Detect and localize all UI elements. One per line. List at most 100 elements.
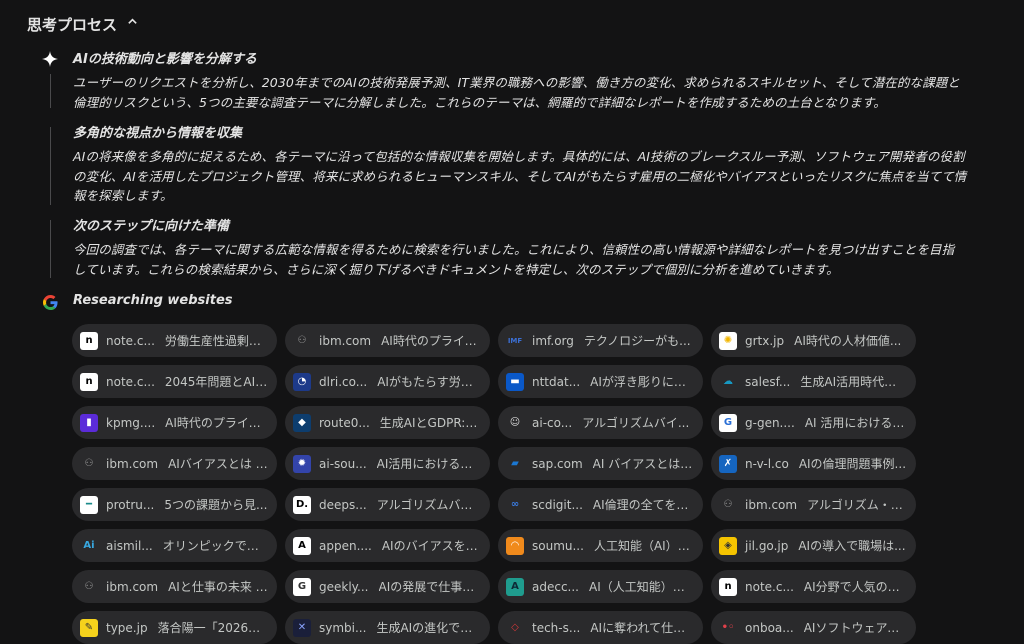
source-title: 落合陽一「2026年... (157, 621, 268, 635)
source-domain: protru... (106, 497, 155, 512)
source-domain: ibm.com (106, 579, 159, 594)
source-domain: adecc... (532, 579, 579, 594)
source-chip[interactable]: ▬ nttdat... AIが浮き彫りにし... (498, 365, 703, 398)
source-title: AI分野で人気の新... (803, 580, 907, 594)
source-chip[interactable]: ▮ kpmg.... AI時代のプライバ... (72, 406, 277, 439)
source-chip[interactable]: •◦ onboa... AIソフトウェアと... (711, 611, 916, 644)
source-domain: deeps... (319, 497, 367, 512)
source-domain: sap.com (532, 456, 583, 471)
source-title: AIバイアスとは - I... (168, 457, 268, 471)
jil-icon: ◈ (719, 536, 737, 555)
source-domain: route0... (319, 415, 370, 430)
source-title: テクノロジーがも... (583, 334, 691, 348)
timeline-connector (50, 220, 51, 278)
ibm-icon: ⚇ (80, 454, 98, 473)
source-chip[interactable]: Aappen.... AIのバイアスを防... (285, 529, 490, 562)
source-chip[interactable]: ▰ sap.com AI バイアスとは？... (498, 447, 703, 480)
source-chip[interactable]: ⚇ ibm.com AIと仕事の未来 | I... (72, 570, 277, 603)
step-title: AIの技術動向と影響を分解する (73, 52, 257, 67)
source-chip[interactable]: Gg-gen.... AI 活用における倫... (711, 406, 916, 439)
source-domain: type.jp (106, 620, 148, 635)
source-title: アルゴリズムバイ... (582, 416, 690, 430)
google-icon (41, 293, 59, 311)
source-chip[interactable]: ✺ grtx.jp AI時代の人材価値... (711, 324, 916, 357)
ibm-icon: ⚇ (80, 577, 98, 596)
source-title: AIソフトウェアと... (803, 621, 907, 635)
source-domain: symbi... (319, 620, 367, 635)
source-title: 人工知能（AI）の... (593, 539, 694, 553)
source-title: 生成AIの進化でデ... (376, 621, 481, 635)
nttdata-icon: ▬ (506, 372, 524, 391)
thinking-process-title: 思考プロセス (27, 15, 118, 34)
step-title: 多角的な視点から情報を収集 (73, 126, 243, 141)
source-chip[interactable]: Ai aismil... オリンピックで再... (72, 529, 277, 562)
note-icon: n (80, 331, 98, 350)
source-title: AI時代のプライバ... (165, 416, 268, 430)
source-chip[interactable]: ◆ route0... 生成AIとGDPR: デ... (285, 406, 490, 439)
source-title: 5つの課題から見... (164, 498, 268, 512)
scdigital-icon: ∞ (506, 495, 524, 514)
source-chip[interactable]: Ggeekly... AIの発展で仕事が... (285, 570, 490, 603)
source-title: AIがもたらす労働... (377, 375, 481, 389)
source-chip[interactable]: ◠ soumu... 人工知能（AI）の... (498, 529, 703, 562)
source-chip[interactable]: n note.c... AI分野で人気の新... (711, 570, 916, 603)
step-description: AIの将来像を多角的に捉えるため、各テーマに沿って包括的な情報収集を開始します。… (73, 149, 967, 203)
aisou-icon: ✹ (293, 454, 311, 473)
deepsquare-icon: D. (293, 495, 311, 514)
source-chip[interactable]: ◇ tech-s... AIに奪われて仕事... (498, 611, 703, 644)
source-chip[interactable]: ⚇ ibm.com AIバイアスとは - I... (72, 447, 277, 480)
source-chip[interactable]: ⚇ ibm.com アルゴリズム・バ... (711, 488, 916, 521)
source-domain: soumu... (532, 538, 584, 553)
source-chip[interactable]: ✎ type.jp 落合陽一「2026年... (72, 611, 277, 644)
source-domain: nttdat... (532, 374, 581, 389)
source-title: アルゴリズムバイ... (376, 498, 481, 512)
researching-websites-title: Researching websites (73, 293, 233, 308)
source-chip[interactable]: n note.c... 労働生産性過剰重... (72, 324, 277, 357)
techs-icon: ◇ (506, 618, 524, 637)
source-domain: jil.go.jp (745, 538, 789, 553)
imf-icon: IMF (506, 331, 524, 350)
step-collect: 多角的な視点から情報を収集 AIの将来像を多角的に捉えるため、各テーマに沿って包… (73, 124, 1003, 206)
source-title: 2045年問題とAIの... (164, 375, 268, 389)
thinking-process-toggle[interactable]: 思考プロセス (27, 12, 138, 36)
source-title: AIの発展で仕事が... (378, 580, 482, 594)
source-chip[interactable]: ━ protru... 5つの課題から見... (72, 488, 277, 521)
source-chip[interactable]: ☁ salesf... 生成AI活用時代の... (711, 365, 916, 398)
source-title: AIのバイアスを防... (381, 539, 481, 553)
chevron-up-icon (127, 16, 138, 30)
source-title: AIと仕事の未来 | I... (168, 580, 268, 594)
timeline-connector (50, 127, 51, 205)
source-domain: appen.... (319, 538, 372, 553)
grtx-icon: ✺ (719, 331, 737, 350)
source-title: AIに奪われて仕事... (590, 621, 694, 635)
source-domain: onboa... (745, 620, 794, 635)
sparkle-icon (41, 50, 59, 68)
protrude-icon: ━ (80, 495, 98, 514)
step-prepare: 次のステップに向けた準備 今回の調査では、各テーマに関する広範な情報を得るために… (73, 217, 1003, 279)
adecco-icon: A (506, 577, 524, 596)
source-title: AI活用における倫... (376, 457, 481, 471)
source-chip[interactable]: ⚇ ibm.com AI時代のプライバ... (285, 324, 490, 357)
source-title: AIが浮き彫りにし... (590, 375, 694, 389)
source-chip[interactable]: ✗ n-v-l.co AIの倫理問題事例... (711, 447, 916, 480)
source-chip[interactable]: IMF imf.org テクノロジーがも... (498, 324, 703, 357)
source-chip[interactable]: ☺ ai-co... アルゴリズムバイ... (498, 406, 703, 439)
symbi-icon: ✕ (293, 618, 311, 637)
ggen-icon: G (719, 413, 737, 432)
source-chip[interactable]: n note.c... 2045年問題とAIの... (72, 365, 277, 398)
source-chip[interactable]: ∞ scdigit... AI倫理の全てを学... (498, 488, 703, 521)
source-domain: tech-s... (532, 620, 581, 635)
note-icon: n (80, 372, 98, 391)
dlri-icon: ◔ (293, 372, 311, 391)
source-chip[interactable]: D. deeps... アルゴリズムバイ... (285, 488, 490, 521)
source-chip[interactable]: ✕ symbi... 生成AIの進化でデ... (285, 611, 490, 644)
source-chip[interactable]: Aadecc... AI（人工知能）は... (498, 570, 703, 603)
source-domain: ibm.com (745, 497, 798, 512)
source-domain: grtx.jp (745, 333, 785, 348)
source-domain: imf.org (532, 333, 574, 348)
source-chip[interactable]: ◈ jil.go.jp AIの導入で職場は... (711, 529, 916, 562)
source-chip[interactable]: ◔ dlri.co... AIがもたらす労働... (285, 365, 490, 398)
aico-icon: ☺ (506, 413, 524, 432)
source-chip[interactable]: ✹ ai-sou... AI活用における倫... (285, 447, 490, 480)
aismiley-icon: Ai (80, 536, 98, 555)
